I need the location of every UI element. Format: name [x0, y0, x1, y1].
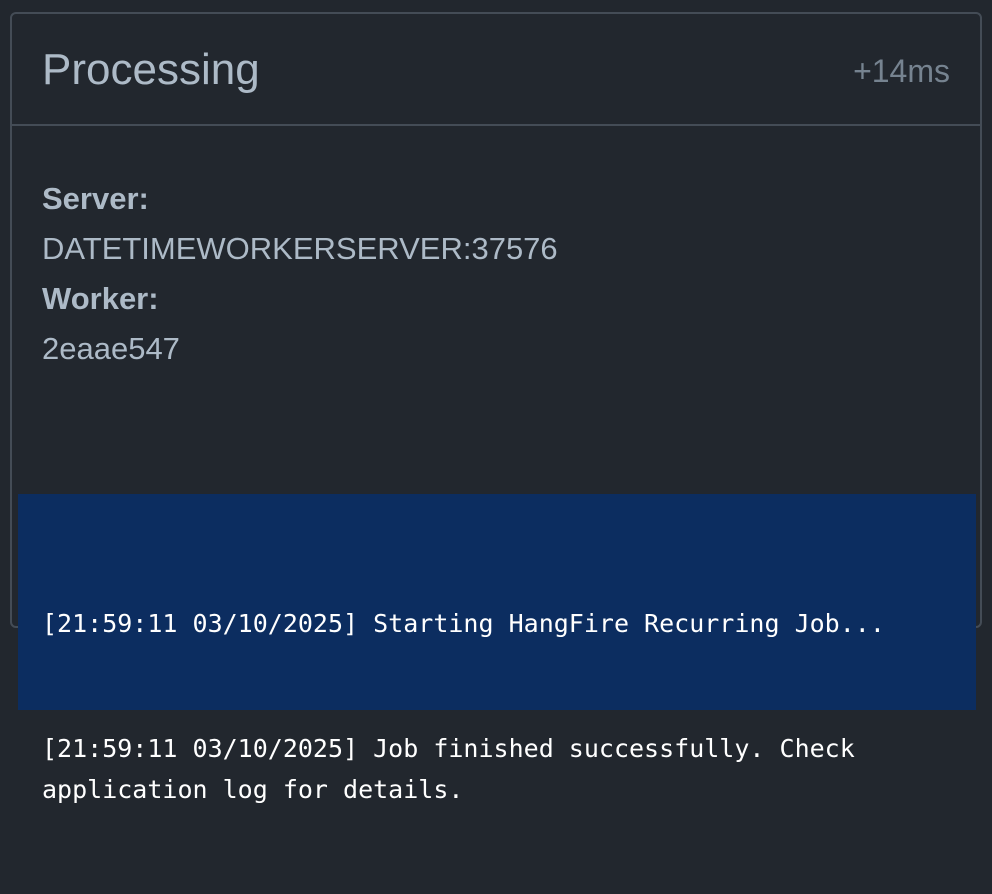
state-details: Server: DATETIMEWORKERSERVER:37576 Worke…: [42, 174, 558, 374]
log-line: [21:59:11 03/10/2025] Starting HangFire …: [42, 609, 885, 638]
state-title: Processing: [42, 45, 260, 94]
server-label: Server:: [42, 181, 149, 216]
worker-label: Worker:: [42, 281, 159, 316]
job-state-panel: Processing +14ms Server: DATETIMEWORKERS…: [10, 12, 982, 804]
worker-value: 2eaae547: [42, 331, 180, 366]
log-line: [21:59:11 03/10/2025] Job finished succe…: [42, 733, 870, 805]
server-value: DATETIMEWORKERSERVER:37576: [42, 231, 558, 266]
state-duration: +14ms: [853, 53, 950, 89]
panel-header: Processing +14ms: [12, 14, 980, 126]
console-log: [21:59:11 03/10/2025] Starting HangFire …: [18, 494, 976, 804]
